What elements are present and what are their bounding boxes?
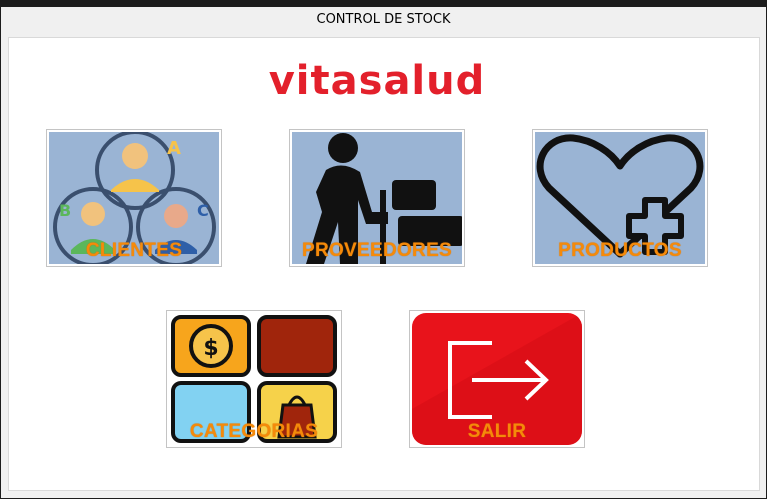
clientes-button[interactable]: A B C CLIENTES xyxy=(46,129,222,267)
productos-label: PRODUCTOS xyxy=(558,240,682,261)
salir-label: SALIR xyxy=(467,421,527,442)
svg-text:C: C xyxy=(197,201,209,220)
productos-button[interactable]: PRODUCTOS xyxy=(532,129,708,267)
clientes-label: CLIENTES xyxy=(85,240,183,261)
clientes-tile: A B C CLIENTES xyxy=(49,132,219,264)
productos-tile: PRODUCTOS xyxy=(535,132,705,264)
svg-text:B: B xyxy=(59,201,71,220)
proveedores-button[interactable]: PROVEEDORES xyxy=(289,129,465,267)
svg-text:$: $ xyxy=(203,336,218,361)
categorias-button[interactable]: $ CATEGORIAS xyxy=(166,310,342,448)
categorias-label: CATEGORIAS xyxy=(189,421,319,442)
proveedores-tile: PROVEEDORES xyxy=(292,132,462,264)
window-title: CONTROL DE STOCK xyxy=(316,12,451,27)
vitasalud-logo: vitasalud xyxy=(269,58,486,102)
categorias-tile: $ CATEGORIAS xyxy=(169,313,339,445)
main-panel: vitasalud A B C CLIENTES PROVEEDORES PRO… xyxy=(8,37,760,491)
svg-text:A: A xyxy=(167,138,181,159)
title-bar: CONTROL DE STOCK xyxy=(1,1,766,35)
app-window: CONTROL DE STOCK vitasalud A B C CLIENTE… xyxy=(0,0,767,499)
title-bar-top-border xyxy=(1,1,766,7)
proveedores-label: PROVEEDORES xyxy=(301,240,453,261)
salir-tile: SALIR xyxy=(412,313,582,445)
svg-text:vitasalud: vitasalud xyxy=(269,58,486,102)
salir-button[interactable]: SALIR xyxy=(409,310,585,448)
